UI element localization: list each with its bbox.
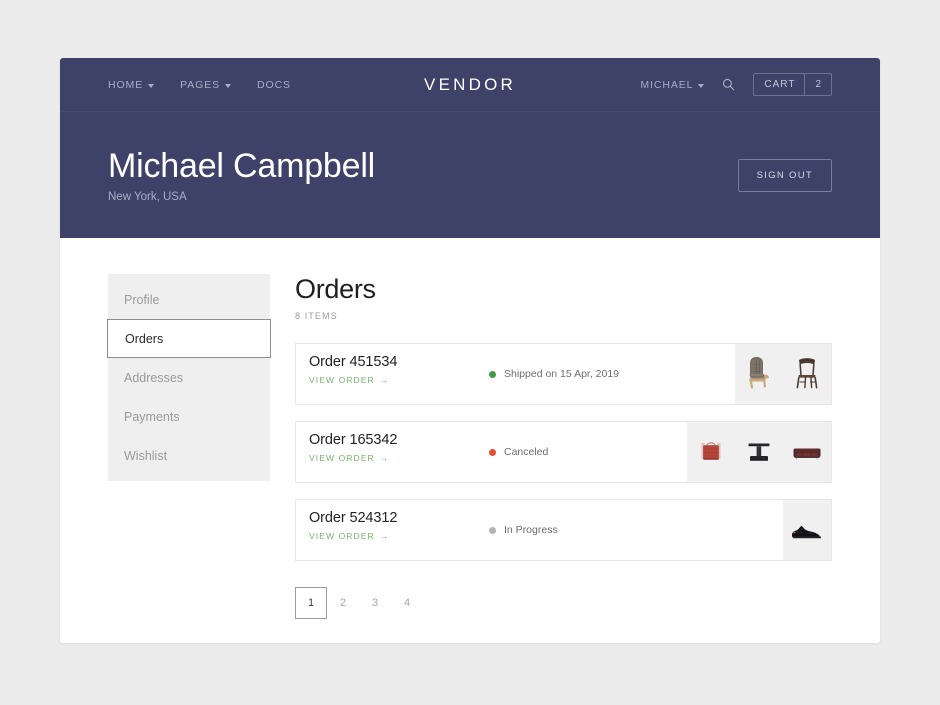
product-thumb-red-suitcase[interactable]: [687, 428, 735, 476]
view-order-label: VIEW ORDER: [309, 453, 375, 463]
status-dot: [489, 448, 496, 456]
view-order-label: VIEW ORDER: [309, 375, 375, 385]
product-thumb-black-sneaker[interactable]: [783, 506, 831, 554]
order-row[interactable]: Order 165342 VIEW ORDER → Canceled: [295, 421, 832, 483]
top-navbar: HOME PAGES DOCS VENDOR MICHAEL CART 2: [60, 58, 880, 112]
view-order-link[interactable]: VIEW ORDER →: [309, 375, 389, 385]
status-dot: [489, 526, 496, 534]
account-sidebar: Profile Orders Addresses Payments Wishli…: [107, 274, 271, 481]
order-thumbnails: [735, 344, 831, 404]
product-thumb-dark-red-sofa[interactable]: [783, 428, 831, 476]
order-id: Order 165342: [309, 432, 398, 448]
nav-item-home-label: HOME: [108, 78, 144, 91]
page-button-4[interactable]: 4: [391, 587, 423, 619]
cart-count-badge: 2: [804, 74, 831, 95]
page-container: HOME PAGES DOCS VENDOR MICHAEL CART 2 Mi…: [60, 58, 880, 643]
sidebar-item-label: Payments: [124, 409, 180, 424]
chevron-down-icon: [148, 83, 155, 88]
order-thumbnails: [783, 500, 831, 560]
order-id: Order 451534: [309, 354, 398, 370]
view-order-link[interactable]: VIEW ORDER →: [309, 531, 389, 541]
search-icon[interactable]: [722, 78, 735, 91]
status-text: In Progress: [504, 524, 558, 536]
sidebar-item-label: Profile: [124, 292, 160, 307]
content-area: Profile Orders Addresses Payments Wishli…: [60, 238, 880, 643]
sidebar-item-label: Addresses: [124, 370, 184, 385]
sidebar-item-wishlist[interactable]: Wishlist: [108, 436, 270, 475]
account-menu[interactable]: MICHAEL: [640, 78, 705, 91]
orders-panel: Orders 8 ITEMS Order 451534 VIEW ORDER →…: [270, 274, 832, 643]
order-info: Order 165342 VIEW ORDER →: [296, 422, 476, 482]
order-status: Canceled: [476, 422, 687, 482]
page-button-3[interactable]: 3: [359, 587, 391, 619]
sidebar-item-orders[interactable]: Orders: [107, 319, 271, 358]
sidebar-item-profile[interactable]: Profile: [108, 280, 270, 319]
nav-item-home[interactable]: HOME: [108, 78, 155, 91]
item-count: 8 ITEMS: [295, 311, 338, 321]
page-button-1[interactable]: 1: [295, 587, 327, 619]
nav-item-pages-label: PAGES: [180, 78, 221, 91]
chevron-down-icon: [225, 83, 232, 88]
product-thumb-black-side-table[interactable]: [735, 428, 783, 476]
page-title: Michael Campbell: [108, 147, 376, 186]
chevron-down-icon: [698, 83, 705, 88]
cart-label: CART: [764, 79, 796, 90]
profile-hero: Michael Campbell New York, USA SIGN OUT: [60, 112, 880, 238]
order-row[interactable]: Order 524312 VIEW ORDER → In Progress: [295, 499, 832, 561]
order-info: Order 524312 VIEW ORDER →: [296, 500, 476, 560]
arrow-right-icon: →: [379, 531, 390, 541]
view-order-link[interactable]: VIEW ORDER →: [309, 453, 389, 463]
pagination: 1 2 3 4: [295, 587, 832, 643]
nav-item-docs-label: DOCS: [257, 78, 291, 91]
sidebar-item-addresses[interactable]: Addresses: [108, 358, 270, 397]
cart-button[interactable]: CART 2: [753, 73, 832, 96]
nav-links: HOME PAGES DOCS: [60, 79, 291, 91]
order-row[interactable]: Order 451534 VIEW ORDER → Shipped on 15 …: [295, 343, 832, 405]
order-thumbnails: [687, 422, 831, 482]
arrow-right-icon: →: [379, 375, 390, 385]
status-dot: [489, 370, 496, 378]
nav-actions: MICHAEL CART 2: [640, 73, 880, 96]
order-id: Order 524312: [309, 510, 398, 526]
sidebar-item-label: Orders: [125, 331, 164, 346]
section-title: Orders: [295, 274, 376, 304]
product-thumb-dining-chair[interactable]: [783, 350, 831, 398]
account-menu-label: MICHAEL: [640, 78, 694, 91]
nav-item-pages[interactable]: PAGES: [180, 78, 232, 91]
sidebar-item-payments[interactable]: Payments: [108, 397, 270, 436]
view-order-label: VIEW ORDER: [309, 531, 375, 541]
hero-location: New York, USA: [108, 190, 187, 203]
nav-item-docs[interactable]: DOCS: [257, 79, 291, 91]
order-info: Order 451534 VIEW ORDER →: [296, 344, 476, 404]
arrow-right-icon: →: [379, 453, 390, 463]
product-thumb-armchair[interactable]: [735, 350, 783, 398]
status-text: Shipped on 15 Apr, 2019: [504, 368, 620, 380]
sign-out-button[interactable]: SIGN OUT: [737, 158, 832, 192]
page-button-2[interactable]: 2: [327, 587, 359, 619]
status-text: Canceled: [504, 446, 549, 458]
order-status: In Progress: [476, 500, 783, 560]
orders-list: Order 451534 VIEW ORDER → Shipped on 15 …: [295, 343, 832, 561]
sidebar-item-label: Wishlist: [124, 448, 168, 463]
order-status: Shipped on 15 Apr, 2019: [476, 344, 735, 404]
hero-text: Michael Campbell New York, USA: [108, 147, 375, 202]
